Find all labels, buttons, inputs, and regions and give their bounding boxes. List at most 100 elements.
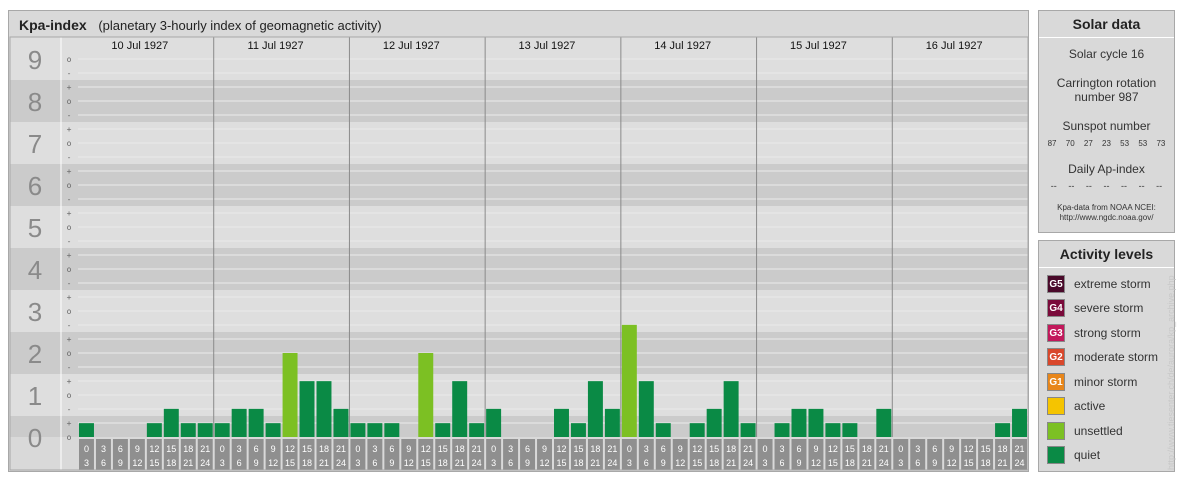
level-label: unsettled: [1074, 424, 1123, 438]
source-line-1: Kpa-data from NOAA NCEI:: [1057, 203, 1156, 212]
kp-bar: [995, 423, 1011, 437]
ap-value: --: [1050, 181, 1057, 191]
kp-bar: [740, 423, 756, 437]
time-end-label: 6: [780, 458, 785, 468]
level-label: minor storm: [1074, 375, 1138, 389]
time-end-label: 18: [981, 458, 991, 468]
time-start-label: 15: [438, 444, 448, 454]
time-end-label: 15: [964, 458, 974, 468]
kp-bar: [333, 408, 349, 437]
y-axis-minor-label: o: [67, 55, 72, 64]
ap-value: --: [1121, 181, 1128, 191]
time-end-label: 3: [491, 458, 496, 468]
daily-ap-title: Daily Ap-index: [1068, 162, 1145, 176]
kp-bar: [604, 408, 620, 437]
time-start-label: 6: [661, 444, 666, 454]
kp-bar: [350, 423, 366, 437]
time-start-label: 21: [472, 444, 482, 454]
time-end-label: 18: [166, 458, 176, 468]
level-label: severe storm: [1074, 301, 1144, 315]
time-start-label: 6: [254, 444, 259, 454]
solar-data-panel: Solar data Solar cycle 16 Carrington rot…: [1038, 10, 1175, 233]
time-end-label: 21: [998, 458, 1008, 468]
time-end-label: 21: [726, 458, 736, 468]
kp-bar: [248, 408, 264, 437]
y-axis-minor-label: +: [67, 125, 72, 134]
day-label: 16 Jul 1927: [926, 40, 983, 52]
level-label: active: [1074, 399, 1106, 413]
kp-bar: [367, 423, 383, 437]
kp-bar: [808, 408, 824, 437]
y-axis-tick-label: 4: [28, 255, 42, 285]
time-start-label: 12: [421, 444, 431, 454]
level-label: strong storm: [1074, 326, 1141, 340]
time-end-label: 6: [101, 458, 106, 468]
y-axis-tick-label: 3: [28, 297, 42, 327]
time-start-label: 6: [118, 444, 123, 454]
kp-bar: [825, 423, 841, 437]
time-start-label: 18: [726, 444, 736, 454]
y-axis-tick-label: 2: [28, 339, 42, 369]
sunspot-value: 87: [1047, 139, 1057, 148]
sunspot-value: 73: [1156, 139, 1166, 148]
time-end-label: 6: [644, 458, 649, 468]
source-link[interactable]: http://www.ngdc.noaa.gov/: [1039, 213, 1174, 223]
time-start-label: 0: [220, 444, 225, 454]
y-axis-minor-label: -: [67, 363, 72, 372]
kp-bar: [180, 423, 196, 437]
y-axis-minor-label: o: [67, 433, 72, 442]
y-axis-minor-label: o: [67, 307, 72, 316]
time-start-label: 21: [200, 444, 210, 454]
time-start-label: 15: [981, 444, 991, 454]
level-swatch: [1047, 397, 1065, 415]
kp-bar: [265, 423, 281, 437]
kp-bar: [774, 423, 790, 437]
time-end-label: 12: [132, 458, 142, 468]
time-end-label: 24: [472, 458, 482, 468]
y-axis-minor-label: -: [67, 237, 72, 246]
y-axis-minor-label: +: [67, 335, 72, 344]
y-axis-minor-label: o: [67, 139, 72, 148]
time-end-label: 24: [200, 458, 210, 468]
carrington-line-1: Carrington rotation: [1056, 76, 1157, 90]
time-start-label: 0: [763, 444, 768, 454]
time-end-label: 3: [627, 458, 632, 468]
y-axis-minor-label: -: [67, 153, 72, 162]
time-start-label: 12: [828, 444, 838, 454]
time-start-label: 6: [932, 444, 937, 454]
time-end-label: 24: [879, 458, 889, 468]
kp-bar: [469, 423, 485, 437]
time-end-label: 15: [692, 458, 702, 468]
time-end-label: 21: [455, 458, 465, 468]
time-end-label: 9: [796, 458, 801, 468]
level-swatch: G5: [1047, 275, 1065, 293]
y-axis-minor-label: +: [67, 377, 72, 386]
kp-bar: [689, 423, 705, 437]
time-end-label: 21: [183, 458, 193, 468]
time-start-label: 0: [898, 444, 903, 454]
kp-bar: [146, 423, 162, 437]
y-axis-tick-label: 9: [28, 45, 42, 75]
kp-bar: [384, 423, 400, 437]
time-end-label: 12: [811, 458, 821, 468]
time-start-label: 15: [573, 444, 583, 454]
level-severe-storm: G4 severe storm: [1047, 298, 1143, 318]
y-axis-minor-label: -: [67, 69, 72, 78]
time-start-label: 3: [508, 444, 513, 454]
time-end-label: 12: [404, 458, 414, 468]
y-axis-minor-label: +: [67, 83, 72, 92]
activity-levels-panel: Activity levels G5 extreme storm G4 seve…: [1038, 240, 1175, 472]
time-end-label: 9: [932, 458, 937, 468]
time-start-label: 0: [84, 444, 89, 454]
kp-bar: [214, 423, 230, 437]
y-axis-minor-label: +: [67, 293, 72, 302]
y-axis-minor-label: +: [67, 209, 72, 218]
level-swatch: [1047, 422, 1065, 440]
y-axis-minor-label: -: [67, 279, 72, 288]
time-start-label: 21: [607, 444, 617, 454]
solar-cycle: Solar cycle 16: [1068, 47, 1145, 61]
time-end-label: 6: [508, 458, 513, 468]
activity-levels-heading: Activity levels: [1039, 241, 1174, 268]
carrington-rotation: Carrington rotation number 987: [1039, 76, 1174, 104]
kp-bar: [570, 423, 586, 437]
